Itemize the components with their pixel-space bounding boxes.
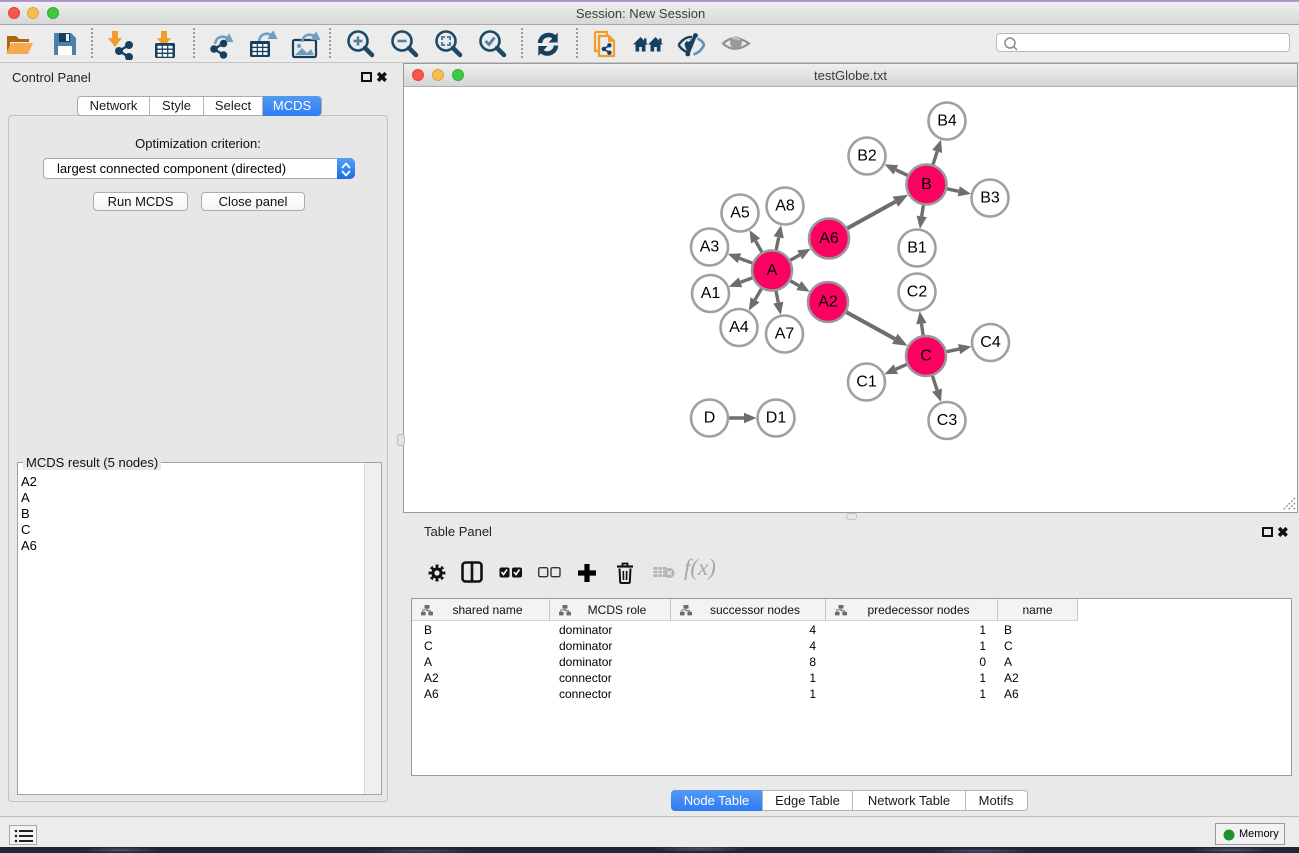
svg-text:A4: A4 [729, 319, 749, 336]
svg-text:A: A [767, 262, 778, 279]
svg-text:A3: A3 [700, 239, 720, 256]
svg-text:B1: B1 [907, 240, 927, 257]
svg-text:B2: B2 [857, 148, 877, 165]
svg-text:A2: A2 [818, 294, 838, 311]
svg-text:A7: A7 [775, 326, 795, 343]
svg-text:C: C [920, 348, 932, 365]
svg-text:C3: C3 [937, 412, 958, 429]
svg-text:B4: B4 [937, 113, 957, 130]
svg-text:A6: A6 [819, 230, 839, 247]
svg-text:A5: A5 [730, 205, 750, 222]
svg-text:C1: C1 [856, 374, 877, 391]
svg-text:B3: B3 [980, 190, 1000, 207]
svg-text:A8: A8 [775, 198, 795, 215]
svg-text:C2: C2 [907, 284, 928, 301]
svg-text:D: D [704, 410, 716, 427]
svg-text:C4: C4 [980, 334, 1001, 351]
svg-text:B: B [921, 176, 932, 193]
svg-text:D1: D1 [766, 410, 787, 427]
svg-text:A1: A1 [701, 285, 721, 302]
